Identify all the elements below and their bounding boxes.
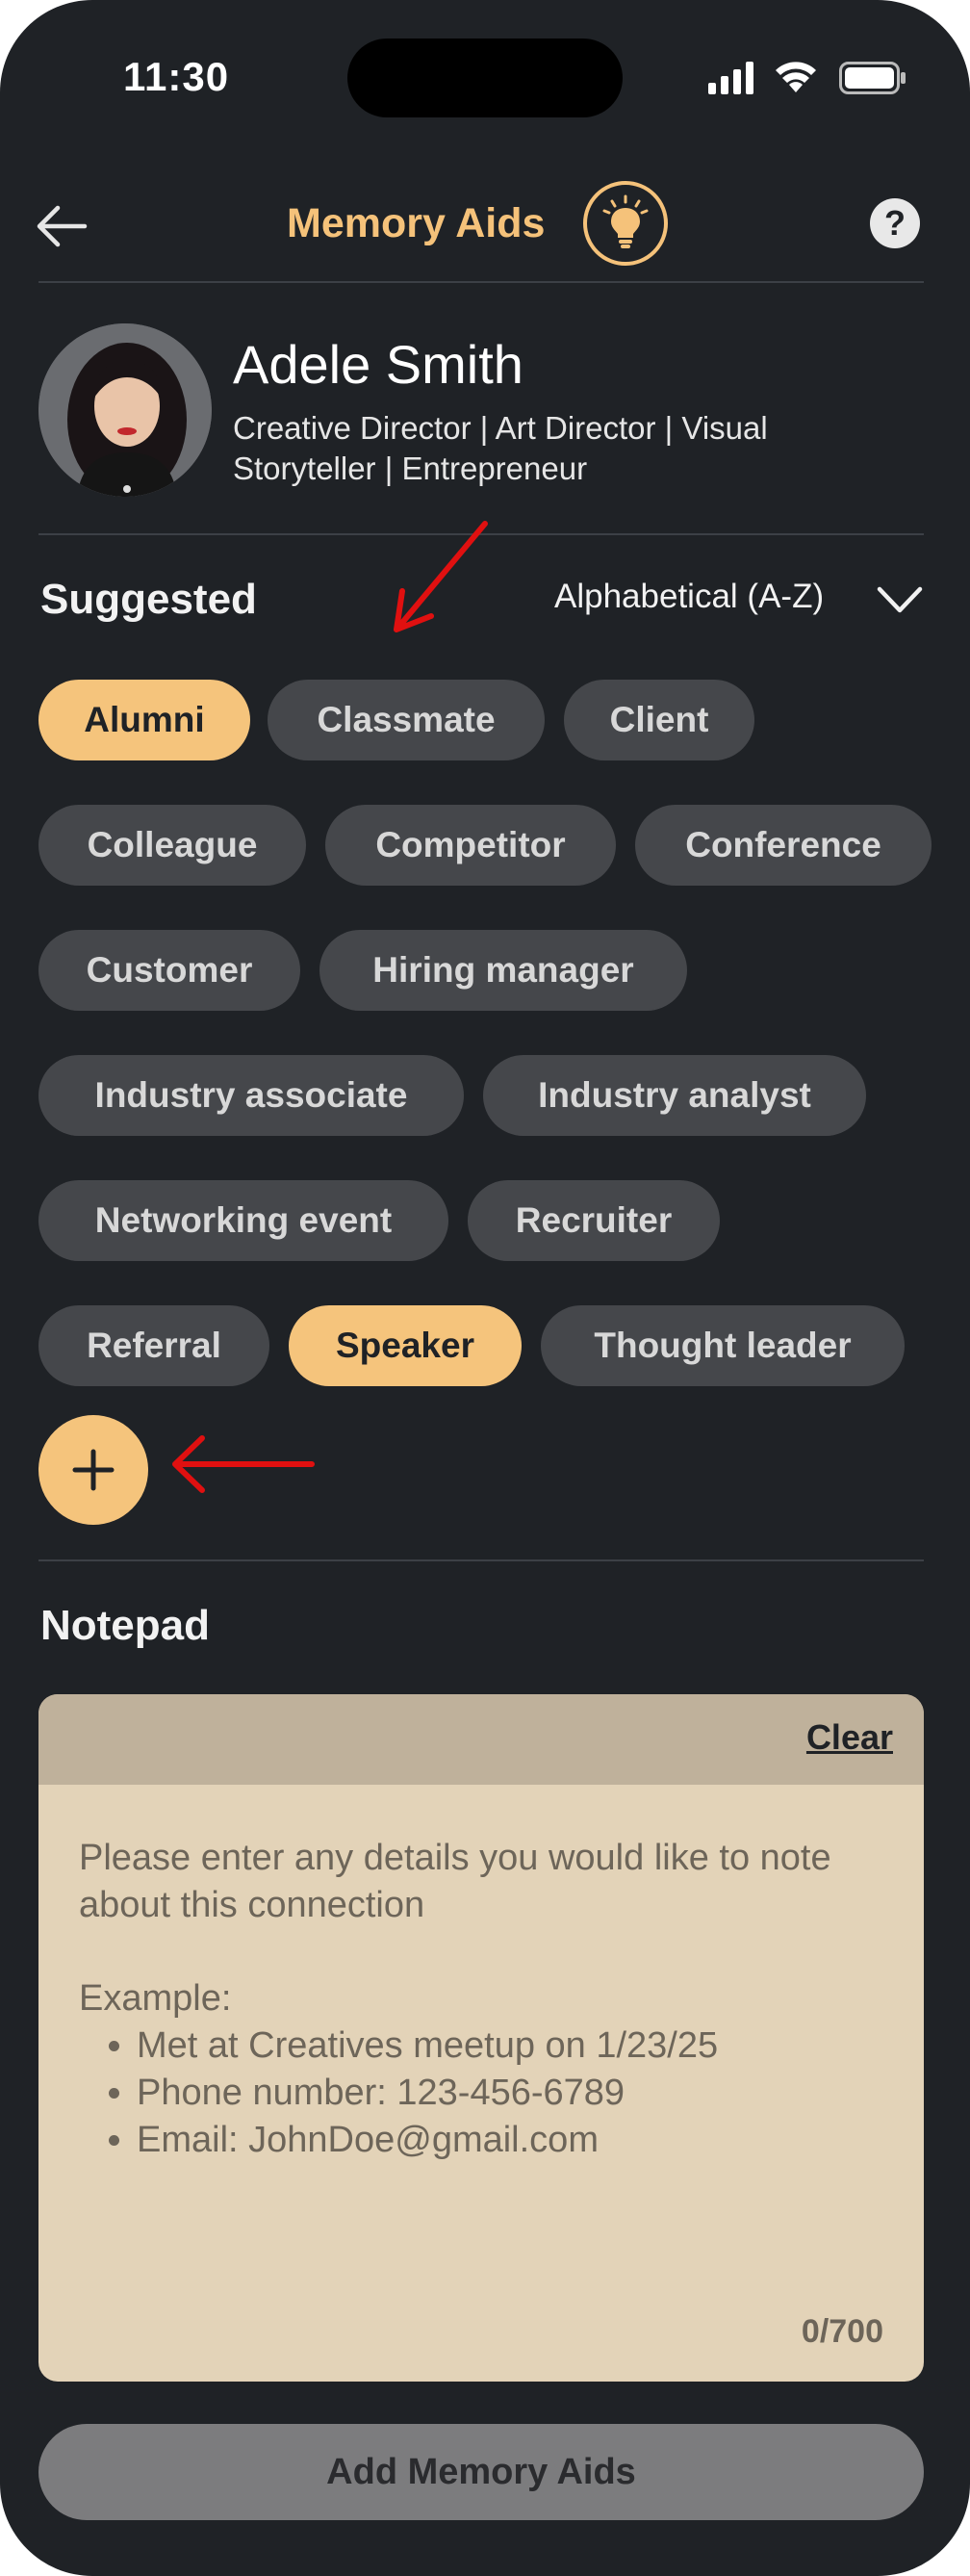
chip-hiring-manager[interactable]: Hiring manager (319, 930, 687, 1011)
page-title: Memory Aids (287, 200, 546, 246)
list-item: Met at Creatives meetup on 1/23/25 (137, 2022, 718, 2070)
chip-colleague[interactable]: Colleague (38, 805, 306, 886)
status-bar: 11:30 (0, 0, 970, 154)
chip-thought-leader[interactable]: Thought leader (541, 1305, 905, 1386)
chip-conference[interactable]: Conference (635, 805, 932, 886)
contact-name: Adele Smith (233, 334, 523, 395)
chevron-down-icon[interactable] (876, 583, 924, 616)
chip-industry-analyst[interactable]: Industry analyst (483, 1055, 866, 1136)
chip-recruiter[interactable]: Recruiter (468, 1180, 720, 1261)
chip-referral[interactable]: Referral (38, 1305, 269, 1386)
notepad-title: Notepad (40, 1602, 210, 1649)
notepad-header: Clear (38, 1694, 924, 1785)
contact-headline: Creative Director | Art Director | Visua… (233, 410, 768, 486)
chip-client[interactable]: Client (564, 680, 754, 760)
annotation-arrow-down (394, 521, 488, 632)
lightbulb-icon (583, 181, 668, 266)
signal-icon (708, 62, 753, 94)
notepad-example-label: Example: (79, 1978, 232, 2019)
phone-screen: 11:30 Memory Aids ? Adele Smith Creative… (0, 0, 970, 2576)
top-navigation-bar: Memory Aids ? (0, 173, 970, 279)
battery-icon (839, 62, 906, 94)
plus-icon (72, 1449, 115, 1491)
avatar (38, 323, 212, 497)
chip-speaker[interactable]: Speaker (289, 1305, 522, 1386)
clear-button[interactable]: Clear (806, 1717, 893, 1758)
help-icon[interactable]: ? (870, 198, 920, 248)
chip-industry-associate[interactable]: Industry associate (38, 1055, 464, 1136)
add-tag-button[interactable] (38, 1415, 148, 1525)
chip-networking-event[interactable]: Networking event (38, 1180, 448, 1261)
chip-customer[interactable]: Customer (38, 930, 300, 1011)
annotation-arrow-left (172, 1435, 315, 1493)
notepad-placeholder: Please enter any details you would like … (79, 1838, 831, 1925)
status-time: 11:30 (123, 54, 230, 99)
notepad-divider (38, 1559, 924, 1561)
notepad-example-list: Met at Creatives meetup on 1/23/25 Phone… (98, 2022, 718, 2164)
wifi-icon (776, 62, 816, 92)
chip-competitor[interactable]: Competitor (325, 805, 616, 886)
list-item: Email: JohnDoe@gmail.com (137, 2117, 718, 2164)
back-arrow-icon[interactable] (35, 202, 89, 250)
chip-alumni[interactable]: Alumni (38, 680, 250, 760)
dynamic-island (347, 39, 623, 117)
notepad-textarea[interactable]: Clear Please enter any details you would… (38, 1694, 924, 2382)
add-memory-aids-button[interactable]: Add Memory Aids (38, 2424, 924, 2520)
header-divider (38, 281, 924, 283)
list-item: Phone number: 123-456-6789 (137, 2070, 718, 2117)
sort-dropdown[interactable]: Alphabetical (A-Z) (554, 578, 824, 616)
character-counter: 0/700 (801, 2313, 883, 2350)
chip-classmate[interactable]: Classmate (268, 680, 545, 760)
suggested-title: Suggested (40, 576, 257, 623)
